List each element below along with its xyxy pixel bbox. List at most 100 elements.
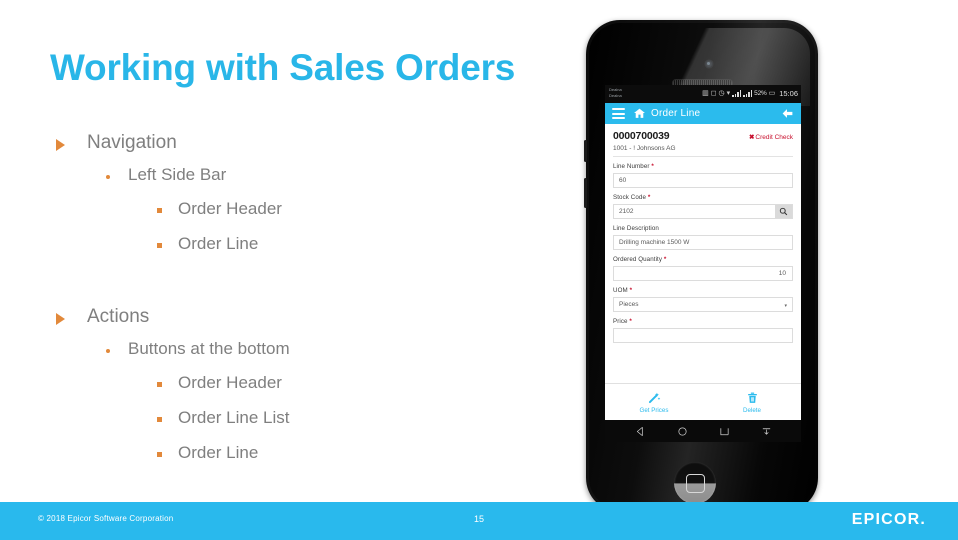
- bullet-item: Navigation: [52, 132, 572, 166]
- home-button[interactable]: [674, 462, 716, 504]
- triangle-bullet-icon: [56, 139, 65, 151]
- get-prices-button[interactable]: Get Prices: [605, 384, 703, 420]
- bullet-item: Order Header: [52, 200, 572, 235]
- credit-check-x-icon: ✖: [748, 134, 755, 141]
- status-icons: ▥ ◻ ◷ ▾ 52% ▭ 15:06: [702, 89, 798, 98]
- square-bullet-icon: [157, 417, 162, 422]
- epicor-logo: EPICOR.: [851, 511, 926, 528]
- bullet-item: Order Line: [52, 444, 572, 479]
- stock-code-search-button[interactable]: [775, 205, 792, 218]
- bullet-item: Order Line List: [52, 409, 572, 444]
- line-number-input[interactable]: 60: [613, 173, 793, 188]
- bullet-label: Order Line: [178, 234, 259, 253]
- field-label-text: UOM: [613, 287, 628, 294]
- order-number: 0000700039: [613, 130, 670, 142]
- app-bar: Order Line: [605, 103, 801, 124]
- nav-recents-icon[interactable]: [719, 426, 730, 437]
- field-label-text: Line Description: [613, 225, 659, 232]
- android-status-bar: Dealna Dealna ▥ ◻ ◷ ▾ 52% ▭ 15:06: [605, 85, 801, 103]
- bullet-item: Left Side Bar: [52, 166, 572, 200]
- bullet-item: Order Line: [52, 235, 572, 270]
- bullet-item: Order Header: [52, 374, 572, 409]
- field-value: 60: [619, 177, 627, 184]
- field-value: Drilling machine 1500 W: [619, 239, 690, 246]
- home-icon[interactable]: [633, 107, 646, 120]
- line-description-input[interactable]: Drilling machine 1500 W: [613, 235, 793, 250]
- signal-bars-2-icon: [743, 90, 753, 97]
- uom-select[interactable]: Pieces ▾: [613, 297, 793, 312]
- bullet-list: Navigation Left Side Bar Order Header Or…: [52, 132, 572, 479]
- field-label: Stock Code *: [613, 194, 793, 201]
- field-price: Price *: [613, 318, 793, 343]
- field-label-text: Price: [613, 318, 628, 325]
- bullet-label: Left Side Bar: [128, 165, 227, 184]
- bullet-label: Order Line List: [178, 408, 290, 427]
- field-line-description: Line Description Drilling machine 1500 W: [613, 225, 793, 250]
- square-bullet-icon: [157, 452, 162, 457]
- credit-check-label: Credit Check: [755, 134, 793, 141]
- square-bullet-icon: [157, 382, 162, 387]
- dot-bullet-icon: [106, 349, 110, 353]
- action-label: Delete: [743, 406, 761, 414]
- slide: Working with Sales Orders Navigation Lef…: [0, 0, 958, 540]
- wifi-icon: ▾: [726, 90, 731, 97]
- delete-button[interactable]: Delete: [703, 384, 801, 420]
- customer-name: 1001 - ! Johnsons AG: [613, 145, 793, 157]
- action-label: Get Prices: [639, 406, 669, 414]
- sync-icon: ◻: [710, 90, 717, 97]
- nav-keyboard-icon[interactable]: [761, 426, 772, 437]
- alarm-icon: ◷: [718, 90, 725, 97]
- order-line-form: 0000700039 ✖Credit Check 1001 - ! Johnso…: [605, 124, 801, 403]
- signal-bars-icon: [732, 90, 742, 97]
- volume-down-button: [584, 178, 587, 208]
- android-nav-bar: [605, 420, 801, 442]
- nav-home-icon[interactable]: [677, 426, 688, 437]
- status-carrier-label: Dealna Dealna: [609, 87, 622, 99]
- field-value: Pieces: [619, 301, 639, 308]
- required-asterisk: *: [627, 318, 632, 325]
- field-line-number: Line Number * 60: [613, 163, 793, 188]
- bullet-label: Buttons at the bottom: [128, 339, 290, 358]
- field-stock-code: Stock Code * 2102: [613, 194, 793, 219]
- required-asterisk: *: [646, 194, 651, 201]
- field-label: Ordered Quantity *: [613, 256, 793, 263]
- magic-wand-icon: [648, 392, 661, 403]
- form-action-bar: Get Prices Delete: [605, 383, 801, 420]
- hamburger-menu-icon[interactable]: [612, 108, 625, 119]
- field-label-text: Line Number: [613, 163, 650, 170]
- dot-bullet-icon: [106, 175, 110, 179]
- field-label: UOM *: [613, 287, 793, 294]
- bullet-label: Order Header: [178, 373, 282, 392]
- price-input[interactable]: [613, 328, 793, 343]
- field-label-text: Stock Code: [613, 194, 646, 201]
- footer: © 2018 Epicor Software Corporation 15 EP…: [0, 502, 958, 540]
- bullet-group-spacer: [52, 270, 572, 306]
- bullet-label: Actions: [87, 306, 150, 327]
- battery-icon: ▭: [768, 90, 776, 97]
- triangle-bullet-icon: [56, 313, 65, 325]
- nav-back-icon[interactable]: [635, 426, 646, 437]
- phone-screen: Dealna Dealna ▥ ◻ ◷ ▾ 52% ▭ 15:06 Order …: [605, 85, 801, 442]
- back-arrow-icon[interactable]: [781, 107, 794, 120]
- field-uom: UOM * Pieces ▾: [613, 287, 793, 312]
- bullet-item: Buttons at the bottom: [52, 340, 572, 374]
- square-bullet-icon: [157, 208, 162, 213]
- front-camera-icon: [705, 60, 713, 68]
- stock-code-input[interactable]: 2102: [613, 204, 793, 219]
- search-icon: [779, 207, 788, 216]
- square-bullet-icon: [157, 243, 162, 248]
- field-label-text: Ordered Quantity: [613, 256, 663, 263]
- bullet-label: Order Line: [178, 443, 259, 462]
- field-label: Line Description: [613, 225, 793, 232]
- field-ordered-quantity: Ordered Quantity * 10: [613, 256, 793, 281]
- volume-up-button: [584, 140, 587, 162]
- credit-check-badge: ✖Credit Check: [749, 133, 793, 141]
- home-button-glyph: [686, 474, 705, 493]
- clock-label: 15:06: [779, 89, 798, 98]
- required-asterisk: *: [662, 256, 667, 263]
- chevron-down-icon: ▾: [784, 303, 787, 309]
- battery-percent-label: 52%: [754, 90, 767, 97]
- bullet-label: Order Header: [178, 199, 282, 218]
- ordered-quantity-input[interactable]: 10: [613, 266, 793, 281]
- field-value: 10: [778, 270, 786, 277]
